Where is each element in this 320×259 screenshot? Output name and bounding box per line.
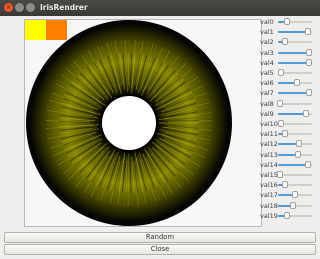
slider-row-val11: val11 (258, 129, 318, 139)
slider-label: val0 (260, 18, 274, 26)
render-canvas (24, 19, 262, 227)
slider-track[interactable] (276, 171, 312, 178)
slider-track[interactable] (278, 48, 312, 56)
slider-row-val13: val13 (258, 150, 318, 160)
slider-fill (278, 31, 308, 34)
slider-row-val10: val10 (258, 119, 318, 129)
slider-label: val18 (260, 201, 278, 210)
slider-handle[interactable] (304, 28, 311, 36)
window-maximize-icon[interactable] (26, 3, 35, 12)
slider-row-val8: val8 (258, 99, 318, 109)
slider-track[interactable] (278, 38, 312, 46)
slider-track[interactable] (278, 120, 312, 127)
slider-label: val4 (260, 58, 274, 67)
slider-track[interactable] (278, 58, 312, 66)
slider-row-val3: val3 (258, 48, 318, 58)
slider-label: val6 (260, 79, 274, 88)
slider-handle[interactable] (276, 99, 283, 107)
slider-track[interactable] (278, 140, 312, 148)
slider-label: val2 (260, 38, 274, 47)
window-close-icon[interactable]: × (4, 3, 13, 12)
slider-track[interactable] (278, 69, 312, 76)
slider-label: val1 (260, 28, 274, 37)
slider-handle[interactable] (282, 130, 289, 138)
slider-row-val15: val15 (258, 170, 318, 180)
slider-track[interactable] (278, 181, 312, 189)
slider-track[interactable] (278, 201, 312, 209)
slider-label: val16 (260, 181, 278, 190)
slider-fill (278, 51, 309, 54)
iris-pupil (102, 96, 156, 150)
slider-handle[interactable] (302, 109, 309, 117)
slider-handle[interactable] (304, 160, 311, 168)
slider-row-val12: val12 (258, 139, 318, 149)
slider-fill (278, 61, 309, 64)
slider-row-val16: val16 (258, 180, 318, 190)
slider-track[interactable] (278, 109, 312, 117)
slider-row-val1: val1 (258, 27, 318, 37)
slider-label: val3 (260, 48, 274, 57)
iris-image (26, 20, 232, 226)
slider-label: val9 (260, 109, 274, 118)
slider-track[interactable] (278, 79, 312, 87)
slider-handle[interactable] (296, 140, 303, 148)
slider-fill (278, 112, 306, 115)
slider-handle[interactable] (290, 201, 297, 209)
slider-track[interactable] (278, 160, 312, 168)
slider-track[interactable] (278, 130, 312, 138)
slider-track[interactable] (278, 18, 312, 25)
slider-track[interactable] (278, 28, 312, 36)
slider-label: val17 (260, 191, 278, 200)
slider-handle[interactable] (306, 89, 313, 97)
slider-label: val19 (260, 211, 278, 220)
slider-handle[interactable] (283, 18, 290, 25)
slider-handle[interactable] (276, 171, 283, 178)
slider-row-val9: val9 (258, 109, 318, 119)
random-button[interactable]: Random (4, 232, 316, 243)
slider-label: val8 (260, 99, 274, 108)
slider-handle[interactable] (282, 38, 289, 46)
slider-label: val10 (260, 120, 278, 128)
slider-row-val6: val6 (258, 78, 318, 88)
slider-handle[interactable] (278, 69, 285, 76)
slider-handle[interactable] (278, 120, 285, 127)
slider-handle[interactable] (292, 191, 298, 199)
slider-track[interactable] (278, 191, 312, 199)
slider-label: val15 (260, 171, 278, 179)
title-bar: × IrisRendrer (0, 0, 320, 16)
slider-track[interactable] (278, 150, 312, 158)
close-button[interactable]: Close (4, 244, 316, 255)
slider-track[interactable] (278, 211, 312, 219)
slider-handle[interactable] (283, 211, 290, 219)
slider-row-val14: val14 (258, 160, 318, 170)
slider-handle[interactable] (305, 58, 312, 66)
slider-handle[interactable] (294, 150, 301, 158)
slider-label: val13 (260, 150, 278, 159)
slider-track[interactable] (276, 99, 312, 107)
slider-row-val19: val19 (258, 211, 318, 221)
slider-label: val11 (260, 130, 278, 139)
slider-track[interactable] (278, 89, 313, 97)
slider-row-val5: val5 (258, 68, 318, 78)
slider-fill (278, 92, 310, 95)
window-minimize-icon[interactable] (15, 3, 24, 12)
slider-fill (278, 163, 308, 166)
slider-label: val5 (260, 69, 274, 77)
slider-row-val18: val18 (258, 201, 318, 211)
slider-row-val2: val2 (258, 37, 318, 47)
slider-handle[interactable] (293, 79, 300, 87)
slider-label: val14 (260, 160, 278, 169)
slider-row-val0: val0 (258, 17, 318, 27)
slider-label: val12 (260, 140, 278, 149)
slider-label: val7 (260, 89, 274, 98)
slider-row-val17: val17 (258, 190, 318, 200)
slider-handle[interactable] (281, 181, 288, 189)
slider-row-val4: val4 (258, 58, 318, 68)
iris-fiber (127, 153, 130, 207)
slider-row-val7: val7 (258, 88, 318, 98)
window-title: IrisRendrer (40, 3, 88, 12)
slider-handle[interactable] (305, 48, 312, 56)
